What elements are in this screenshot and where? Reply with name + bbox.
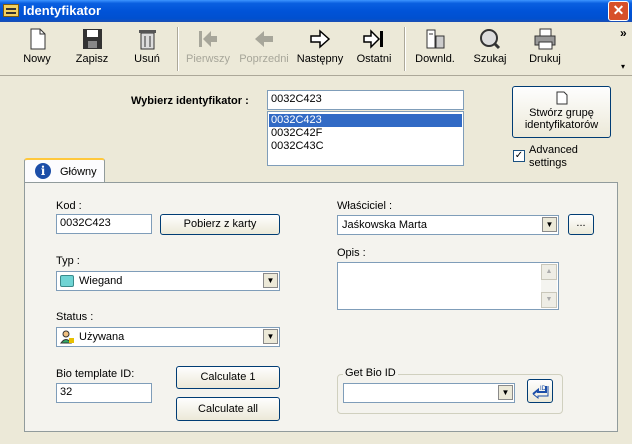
close-button[interactable]: ✕ [608,1,629,21]
app-icon [3,4,19,17]
advanced-settings-checkbox[interactable]: ✓ [513,150,525,162]
delete-button[interactable]: Usuń [122,26,172,72]
identifier-list[interactable]: 0032C423 0032C42F 0032C43C [267,111,464,166]
toolbar-options-icon[interactable]: ▾ [621,62,625,71]
scroll-up-icon[interactable]: ▲ [541,264,557,280]
previous-label: Poprzedni [239,53,289,65]
first-record-icon [196,28,220,50]
identifier-list-item[interactable]: 0032C42F [269,127,462,140]
status-value: Używana [79,331,125,343]
read-card-button[interactable]: Pobierz z karty [160,214,280,235]
calculate-one-button[interactable]: Calculate 1 [176,366,280,389]
card-type-icon [60,275,74,287]
opis-label: Opis : [337,247,366,259]
next-label: Następny [296,53,344,65]
owner-browse-button[interactable]: ... [568,214,594,235]
chevron-down-icon[interactable]: ▼ [263,329,278,344]
download-label: Downld. [415,53,455,65]
advanced-settings-label: Advanced settings [529,144,578,170]
info-icon: i [35,163,51,179]
search-button[interactable]: Szukaj [466,26,514,72]
advanced-label-1: Advanced [529,144,578,156]
typ-label: Typ : [56,255,80,267]
first-label: Pierwszy [185,53,230,65]
get-bio-id-button[interactable]: ID [527,379,553,403]
advanced-label-2: settings [529,157,567,169]
create-group-button[interactable]: Stwórz grupę identyfikatorów [512,86,611,138]
typ-value: Wiegand [79,275,123,287]
tab-main[interactable]: i Główny [24,158,105,183]
owner-label: Właściciel : [337,200,393,212]
last-button[interactable]: Ostatni [350,26,398,72]
id-glyph: ID [540,386,547,392]
status-label: Status : [56,311,94,323]
previous-record-icon [252,28,276,50]
download-device-icon [423,28,447,50]
toolbar: Nowy Zapisz Usuń Pierwszy Poprzedni Nast… [0,22,632,76]
new-button[interactable]: Nowy [12,26,62,72]
bio-template-input[interactable]: 32 [56,383,152,403]
identifier-list-item[interactable]: 0032C43C [269,140,462,153]
toolbar-separator [404,27,406,71]
printer-icon [533,28,557,50]
bio-id-select[interactable]: ▼ [343,383,515,403]
enter-id-icon: ID [532,386,549,400]
trash-icon [135,28,159,50]
save-button[interactable]: Zapisz [66,26,118,72]
identifier-list-item[interactable]: 0032C423 [269,114,462,127]
tab-main-label: Główny [60,166,97,178]
status-select[interactable]: Używana ▼ [56,327,280,347]
save-label: Zapisz [75,53,109,65]
chevron-down-icon[interactable]: ▼ [263,273,278,288]
previous-button[interactable]: Poprzedni [236,26,292,72]
user-status-icon [60,330,74,344]
chevron-down-icon[interactable]: ▼ [498,385,513,400]
calculate-all-button[interactable]: Calculate all [176,397,280,421]
selector-input[interactable]: 0032C423 [267,90,464,110]
next-record-icon [308,28,332,50]
last-record-icon [362,28,386,50]
scroll-down-icon[interactable]: ▼ [541,292,557,308]
print-label: Drukuj [529,53,561,65]
delete-label: Usuń [134,53,160,65]
toolbar-separator [177,27,179,71]
download-button[interactable]: Downld. [410,26,460,72]
window-title: Identyfikator [23,3,102,18]
owner-value: Jaśkowska Marta [342,219,427,231]
bio-template-label: Bio template ID: [56,368,135,380]
kod-input[interactable]: 0032C423 [56,214,152,234]
document-icon [556,91,568,105]
selector-label: Wybierz identyfikator : [131,95,249,107]
title-bar: Identyfikator ✕ [0,0,632,22]
create-group-label-1: Stwórz grupę [529,107,594,119]
search-icon [478,28,502,50]
new-document-icon [25,28,49,50]
save-icon [80,28,104,50]
create-group-label-2: identyfikatorów [524,119,599,131]
toolbar-overflow-icon[interactable]: » [620,26,627,40]
print-button[interactable]: Drukuj [520,26,570,72]
search-label: Szukaj [473,53,507,65]
opis-textarea[interactable]: ▲ ▼ [337,262,559,310]
chevron-down-icon[interactable]: ▼ [542,217,557,232]
next-button[interactable]: Następny [294,26,346,72]
typ-select[interactable]: Wiegand ▼ [56,271,280,291]
new-label: Nowy [23,53,51,65]
first-button[interactable]: Pierwszy [183,26,233,72]
last-label: Ostatni [356,53,392,65]
owner-select[interactable]: Jaśkowska Marta ▼ [337,215,559,235]
opis-scrollbar[interactable]: ▲ ▼ [541,264,557,308]
bio-id-group-label: Get Bio ID [343,367,398,379]
kod-label: Kod : [56,200,82,212]
